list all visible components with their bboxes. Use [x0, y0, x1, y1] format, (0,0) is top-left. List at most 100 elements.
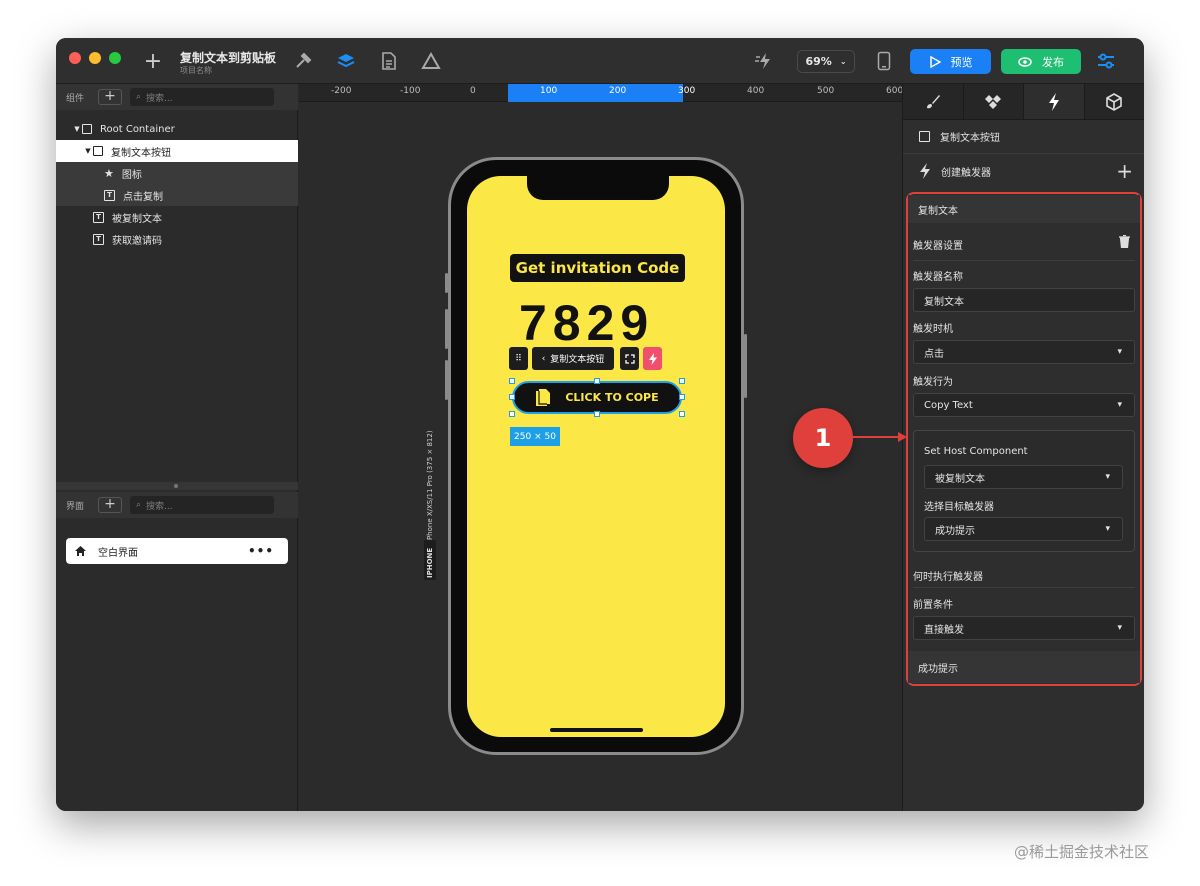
- add-icon[interactable]: +: [142, 49, 164, 74]
- tree-item-root-container[interactable]: ▼ Root Container: [56, 118, 298, 140]
- chevron-down-icon: ▾: [1117, 623, 1122, 633]
- more-icon[interactable]: •••: [248, 544, 274, 558]
- ruler-tick: 300: [678, 86, 696, 96]
- caret-down-icon[interactable]: ▼: [83, 147, 93, 155]
- trigger-action-label: 触发行为: [913, 377, 953, 388]
- tree-item-copied-text[interactable]: T 被复制文本: [56, 206, 298, 228]
- trigger-timing-value: 点击: [924, 348, 944, 360]
- publish-button[interactable]: 发布: [1001, 49, 1081, 74]
- add-component-button[interactable]: +: [98, 89, 122, 105]
- diamond-icon: [985, 94, 1002, 109]
- resize-handle[interactable]: [679, 394, 685, 400]
- tree-item-icon[interactable]: ★ 图标: [56, 162, 298, 184]
- text-icon: T: [93, 233, 104, 245]
- divider: [913, 587, 1135, 588]
- trigger-name-label: 触发器名称: [913, 272, 963, 283]
- components-search-input[interactable]: ⌕ 搜索...: [130, 88, 274, 106]
- maximize-window-button[interactable]: [109, 52, 121, 64]
- project-title[interactable]: 复制文本到剪贴板: [180, 49, 276, 66]
- add-trigger-icon[interactable]: +: [1116, 159, 1133, 183]
- ruler-tick: -200: [331, 86, 352, 96]
- tab-3d[interactable]: [1084, 84, 1144, 119]
- page-item-blank[interactable]: 空白界面 •••: [66, 538, 288, 564]
- add-page-button[interactable]: +: [98, 497, 122, 513]
- tab-component[interactable]: [963, 84, 1024, 119]
- zoom-select[interactable]: 69% ⌄: [797, 50, 855, 73]
- create-trigger-label: 创建触发器: [941, 167, 991, 179]
- tab-style[interactable]: [903, 84, 964, 119]
- layers-icon[interactable]: [335, 50, 357, 72]
- trigger-action-select[interactable]: Copy Text ▾: [913, 393, 1135, 417]
- tree-item-get-invite-code[interactable]: T 获取邀请码: [56, 228, 298, 250]
- device-tag: IPHONE: [426, 547, 434, 578]
- trigger-timing-select[interactable]: 点击 ▾: [913, 340, 1135, 364]
- invite-title[interactable]: Get invitation Code: [510, 254, 685, 282]
- fullscreen-icon[interactable]: [620, 347, 639, 370]
- lightning-outline-icon[interactable]: [754, 50, 776, 72]
- publish-label: 发布: [1042, 55, 1064, 69]
- trigger-lightning-icon[interactable]: [643, 347, 662, 370]
- phone-frame: Get invitation Code 7829 ⠿ ‹ 复制文本按钮 CLIC…: [448, 157, 744, 755]
- ruler-tick: -100: [400, 86, 421, 96]
- copy-text-button[interactable]: CLICK TO COPE: [512, 381, 682, 414]
- resize-handle[interactable]: [594, 378, 600, 384]
- trigger-action-value: Copy Text: [924, 399, 973, 411]
- select-parent-button[interactable]: ‹ 复制文本按钮: [532, 347, 614, 370]
- tree-item-copy-button[interactable]: ▼ 复制文本按钮: [56, 140, 298, 162]
- ruler-tick: 0: [470, 86, 476, 96]
- hammer-icon[interactable]: [292, 50, 314, 72]
- pages-header: 界面 + ⌕ 搜索...: [56, 492, 298, 518]
- chevron-down-icon: ⌄: [839, 57, 847, 66]
- resize-handle[interactable]: [679, 378, 685, 384]
- arrow-right-icon: [852, 432, 907, 442]
- trigger-section-header[interactable]: 复制文本: [908, 195, 1140, 223]
- document-icon[interactable]: [378, 50, 400, 72]
- trigger-timing-label: 触发时机: [913, 324, 953, 335]
- preview-button[interactable]: 预览: [910, 49, 991, 74]
- phone-side-button: [744, 334, 747, 398]
- resize-handle[interactable]: [509, 394, 515, 400]
- search-placeholder: 搜索...: [146, 501, 173, 512]
- invite-code[interactable]: 7829: [519, 294, 654, 352]
- home-icon: [75, 546, 86, 556]
- selection-label: 复制文本按钮: [550, 355, 605, 365]
- trigger-name-value: 复制文本: [924, 296, 964, 308]
- tree-item-label: 点击复制: [123, 191, 163, 203]
- triangle-icon[interactable]: [420, 50, 442, 72]
- lightning-icon: [920, 163, 930, 179]
- chevron-down-icon: ▾: [1105, 472, 1110, 482]
- host-component-select[interactable]: 被复制文本 ▾: [924, 465, 1123, 489]
- pages-search-input[interactable]: ⌕ 搜索...: [130, 496, 274, 514]
- resize-handle[interactable]: [594, 411, 600, 417]
- tree-item-label: 被复制文本: [112, 213, 162, 225]
- panel-resize-handle[interactable]: [56, 482, 298, 490]
- minimize-window-button[interactable]: [89, 52, 101, 64]
- inspector-tabs: [903, 84, 1144, 120]
- settings-sliders-icon[interactable]: [1095, 50, 1117, 72]
- selection-toolbar: ⠿ ‹ 复制文本按钮: [509, 347, 662, 370]
- selected-component-row[interactable]: 复制文本按钮: [903, 120, 1144, 154]
- caret-down-icon[interactable]: ▼: [72, 125, 82, 133]
- phone-device-icon[interactable]: [873, 50, 895, 72]
- drag-handle-icon[interactable]: ⠿: [509, 347, 528, 370]
- trash-icon[interactable]: [1119, 235, 1130, 248]
- play-icon: [929, 55, 941, 68]
- target-trigger-select[interactable]: 成功提示 ▾: [924, 517, 1123, 541]
- tab-interaction[interactable]: [1024, 84, 1085, 119]
- brush-icon: [926, 94, 940, 108]
- precondition-select[interactable]: 直接触发 ▾: [913, 616, 1135, 640]
- tree-item-click-copy[interactable]: T 点击复制: [56, 184, 298, 206]
- resize-handle[interactable]: [509, 378, 515, 384]
- phone-screen[interactable]: Get invitation Code 7829 ⠿ ‹ 复制文本按钮 CLIC…: [467, 176, 725, 737]
- success-section-header[interactable]: 成功提示: [908, 651, 1140, 683]
- resize-handle[interactable]: [509, 411, 515, 417]
- resize-handle[interactable]: [679, 411, 685, 417]
- trigger-name-input[interactable]: 复制文本: [913, 288, 1135, 312]
- zoom-value: 69%: [805, 55, 832, 68]
- close-window-button[interactable]: [69, 52, 81, 64]
- trigger-settings-label: 触发器设置: [913, 241, 963, 252]
- pages-label: 界面: [66, 501, 85, 512]
- target-trigger-label: 选择目标触发器: [924, 502, 994, 513]
- phone-notch: [527, 176, 669, 200]
- create-trigger-row[interactable]: 创建触发器 +: [903, 154, 1144, 188]
